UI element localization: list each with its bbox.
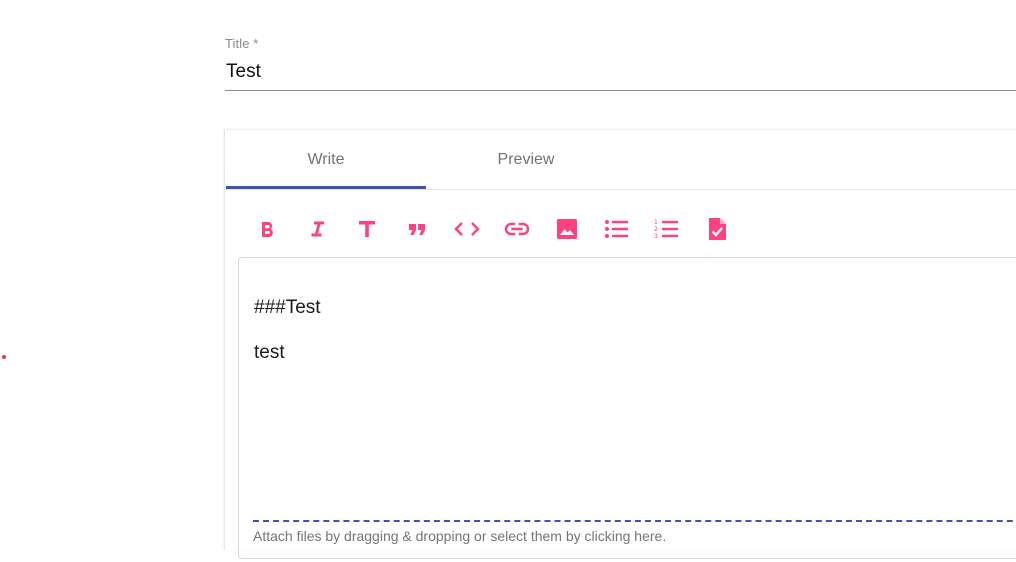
code-button[interactable] — [442, 210, 492, 248]
ordered-list-button[interactable]: 1 2 3 — [642, 210, 692, 248]
markdown-textarea[interactable]: ###Test test Attach files by dragging & d… — [238, 257, 1016, 559]
tab-preview[interactable]: Preview — [426, 130, 626, 189]
bold-button[interactable] — [242, 210, 292, 248]
file-drop-zone[interactable]: Attach files by dragging & dropping or s… — [253, 520, 1016, 562]
tab-write[interactable]: Write — [226, 130, 426, 189]
quote-icon — [409, 224, 425, 235]
unordered-list-icon — [605, 220, 628, 238]
title-underline — [225, 90, 1016, 91]
bold-icon — [262, 221, 273, 238]
header-button[interactable] — [342, 210, 392, 248]
unordered-list-button[interactable] — [592, 210, 642, 248]
italic-icon — [311, 221, 324, 237]
content-line: test — [254, 342, 285, 363]
active-tab-indicator — [226, 186, 426, 189]
formatting-toolbar: 1 2 3 — [242, 210, 742, 248]
title-field[interactable]: Title * — [225, 34, 1016, 91]
title-input[interactable] — [225, 58, 1016, 86]
image-icon — [557, 219, 577, 239]
image-button[interactable] — [542, 210, 592, 248]
svg-text:3: 3 — [654, 233, 658, 239]
ordered-list-icon: 1 2 3 — [654, 219, 678, 239]
drop-hint-text: Attach files by dragging & dropping or s… — [253, 528, 667, 544]
editor-tabs: Write Preview — [225, 130, 1016, 190]
checked-list-icon — [709, 218, 726, 240]
svg-text:1: 1 — [654, 219, 658, 226]
markdown-editor: Write Preview 1 2 3 ###Test test Attach … — [224, 129, 1016, 559]
markdown-content[interactable]: ###Test test — [254, 285, 321, 375]
link-button[interactable] — [492, 210, 542, 248]
italic-button[interactable] — [292, 210, 342, 248]
content-line: ###Test — [254, 297, 321, 318]
quote-button[interactable] — [392, 210, 442, 248]
code-icon — [454, 222, 480, 236]
title-label: Title * — [225, 36, 259, 51]
checked-list-button[interactable] — [692, 210, 742, 248]
header-icon — [359, 221, 375, 237]
red-dot-marker — [2, 355, 6, 359]
svg-text:2: 2 — [654, 226, 658, 233]
link-icon — [504, 222, 530, 236]
